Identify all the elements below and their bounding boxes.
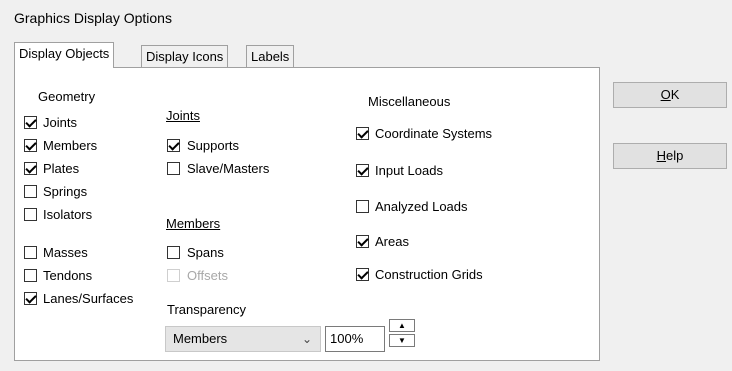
miscellaneous-heading: Miscellaneous — [368, 94, 451, 109]
checkbox-label-slave-masters: Slave/Masters — [187, 161, 270, 176]
checkbox-construction-grids[interactable] — [356, 268, 369, 281]
transparency-dropdown[interactable]: Members ⌄ — [165, 326, 321, 352]
arrow-down-icon: ▼ — [398, 336, 406, 345]
checkbox-springs[interactable] — [24, 185, 37, 198]
checkbox-label-plates: Plates — [43, 161, 80, 176]
checkbox-joints[interactable] — [24, 116, 37, 129]
ok-label-rest: K — [670, 87, 680, 102]
checkbox-label-analyzed-loads: Analyzed Loads — [375, 199, 468, 214]
arrow-up-icon: ▲ — [398, 321, 406, 330]
checkbox-label-offsets: Offsets — [187, 268, 228, 283]
checkbox-label-lanes-surfaces: Lanes/Surfaces — [43, 291, 134, 306]
transparency-selected-value: Members — [173, 331, 228, 346]
checkbox-label-areas: Areas — [375, 234, 409, 249]
members-heading: Members — [166, 216, 221, 231]
spin-up-button[interactable]: ▲ — [389, 319, 415, 332]
checkbox-spans[interactable] — [167, 246, 180, 259]
joints-heading: Joints — [166, 108, 200, 123]
help-button[interactable]: Help — [613, 143, 727, 169]
spin-down-button[interactable]: ▼ — [389, 334, 415, 347]
checkbox-label-construction-grids: Construction Grids — [375, 267, 483, 282]
checkbox-areas[interactable] — [356, 235, 369, 248]
checkbox-plates[interactable] — [24, 162, 37, 175]
ok-mnemonic: O — [660, 87, 671, 102]
transparency-heading: Transparency — [167, 302, 246, 317]
checkbox-label-input-loads: Input Loads — [375, 163, 443, 178]
checkbox-supports[interactable] — [167, 139, 180, 152]
checkbox-label-springs: Springs — [43, 184, 88, 199]
checkbox-input-loads[interactable] — [356, 164, 369, 177]
checkbox-coordinate-systems[interactable] — [356, 127, 369, 140]
checkbox-label-spans: Spans — [187, 245, 224, 260]
checkbox-offsets — [167, 269, 180, 282]
checkbox-label-coordinate-systems: Coordinate Systems — [375, 126, 493, 141]
geometry-heading: Geometry — [38, 89, 96, 104]
transparency-percent-input[interactable]: 100% — [325, 326, 385, 352]
help-label-rest: elp — [666, 148, 684, 163]
ok-button[interactable]: OK — [613, 82, 727, 108]
checkbox-label-members: Members — [43, 138, 98, 153]
checkbox-tendons[interactable] — [24, 269, 37, 282]
checkbox-label-supports: Supports — [187, 138, 240, 153]
checkbox-isolators[interactable] — [24, 208, 37, 221]
checkbox-label-masses: Masses — [43, 245, 88, 260]
checkbox-slave-masters[interactable] — [167, 162, 180, 175]
help-mnemonic: H — [656, 148, 667, 163]
checkbox-masses[interactable] — [24, 246, 37, 259]
checkbox-analyzed-loads[interactable] — [356, 200, 369, 213]
checkbox-members[interactable] — [24, 139, 37, 152]
checkbox-label-joints: Joints — [43, 115, 77, 130]
checkbox-lanes-surfaces[interactable] — [24, 292, 37, 305]
checkbox-label-isolators: Isolators — [43, 207, 93, 222]
checkbox-label-tendons: Tendons — [43, 268, 93, 283]
chevron-down-icon: ⌄ — [301, 332, 312, 346]
